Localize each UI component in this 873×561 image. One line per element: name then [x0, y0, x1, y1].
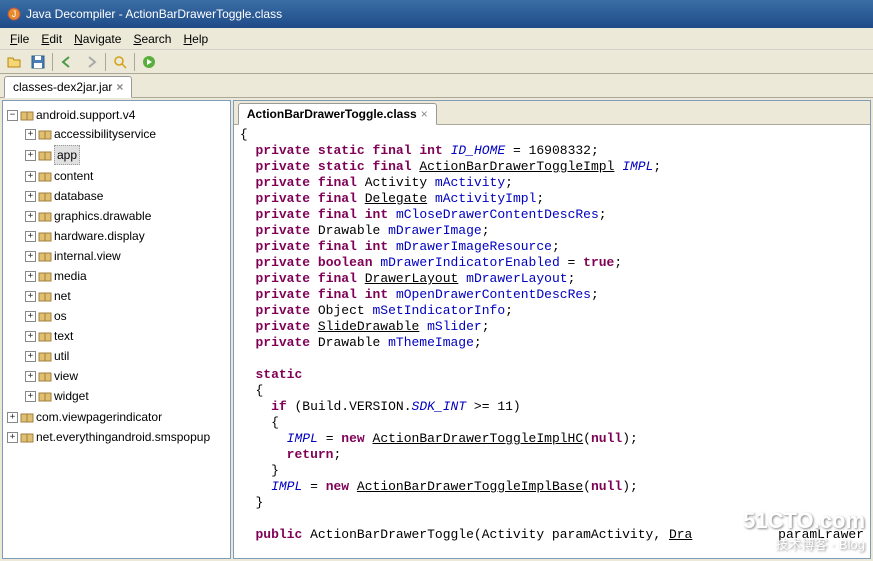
tree-label: android.support.v4 [36, 106, 135, 124]
expand-icon[interactable]: + [25, 171, 36, 182]
tree-label: app [54, 145, 80, 165]
editor: ActionBarDrawerToggle.class × { private … [233, 100, 871, 559]
package-icon [38, 169, 52, 183]
expand-icon[interactable]: + [25, 371, 36, 382]
collapse-icon[interactable]: − [7, 110, 18, 121]
package-icon [38, 189, 52, 203]
menu-file[interactable]: File [4, 30, 35, 48]
expand-icon[interactable]: + [7, 412, 18, 423]
package-icon [20, 430, 34, 444]
expand-icon[interactable]: + [7, 432, 18, 443]
tree-label: internal.view [54, 247, 121, 265]
expand-icon[interactable]: + [25, 331, 36, 342]
package-icon [38, 209, 52, 223]
tree-label: accessibilityservice [54, 125, 156, 143]
menu-edit[interactable]: Edit [35, 30, 68, 48]
package-icon [38, 369, 52, 383]
editor-tabs: ActionBarDrawerToggle.class × [234, 101, 870, 125]
editor-tab-active[interactable]: ActionBarDrawerToggle.class × [238, 103, 437, 125]
expand-icon[interactable]: + [25, 291, 36, 302]
expand-icon[interactable]: + [25, 311, 36, 322]
close-icon[interactable]: × [116, 80, 123, 94]
tree-label: widget [54, 387, 89, 405]
expand-icon[interactable]: + [25, 191, 36, 202]
svg-text:J: J [12, 9, 17, 19]
tree-item[interactable]: + internal.view [7, 247, 226, 265]
package-icon [38, 389, 52, 403]
tree-item[interactable]: + util [7, 347, 226, 365]
expand-icon[interactable]: + [25, 211, 36, 222]
toolbar-separator [52, 53, 53, 71]
save-button[interactable] [28, 52, 48, 72]
package-icon [38, 229, 52, 243]
run-button[interactable] [139, 52, 159, 72]
package-icon [38, 329, 52, 343]
package-icon [20, 108, 34, 122]
tree-label: os [54, 307, 67, 325]
tree-label: hardware.display [54, 227, 145, 245]
toolbar-separator [105, 53, 106, 71]
expand-icon[interactable]: + [25, 129, 36, 140]
menu-navigate[interactable]: Navigate [68, 30, 127, 48]
package-icon [38, 349, 52, 363]
nav-forward-button[interactable] [81, 52, 101, 72]
tree-item[interactable]: + graphics.drawable [7, 207, 226, 225]
tree-item[interactable]: + app [7, 145, 226, 165]
package-icon [38, 289, 52, 303]
expand-icon[interactable]: + [25, 271, 36, 282]
title-bar: J Java Decompiler - ActionBarDrawerToggl… [0, 0, 873, 28]
menu-help[interactable]: Help [177, 30, 214, 48]
tab-label: ActionBarDrawerToggle.class [247, 107, 417, 121]
expand-icon[interactable]: + [25, 391, 36, 402]
tree-item[interactable]: + net [7, 287, 226, 305]
package-icon [20, 410, 34, 424]
tree-label: net [54, 287, 71, 305]
package-icon [38, 309, 52, 323]
nav-back-button[interactable] [57, 52, 77, 72]
package-icon [38, 127, 52, 141]
tree-item[interactable]: + net.everythingandroid.smspopup [7, 428, 226, 446]
tree-item[interactable]: + view [7, 367, 226, 385]
tab-label: classes-dex2jar.jar [13, 80, 112, 94]
expand-icon[interactable]: + [25, 251, 36, 262]
tree-item[interactable]: + text [7, 327, 226, 345]
toolbar-separator [134, 53, 135, 71]
tree-label: text [54, 327, 73, 345]
tree-item[interactable]: + database [7, 187, 226, 205]
source-code[interactable]: { private static final int ID_HOME = 169… [234, 125, 870, 558]
app-icon: J [6, 6, 22, 22]
tree-item[interactable]: + media [7, 267, 226, 285]
tree-root[interactable]: − android.support.v4 [7, 106, 226, 124]
menu-search[interactable]: Search [127, 30, 177, 48]
package-icon [38, 148, 52, 162]
menu-bar: File Edit Navigate Search Help [0, 28, 873, 50]
package-icon [38, 249, 52, 263]
toolbar [0, 50, 873, 74]
tree-item[interactable]: + com.viewpagerindicator [7, 408, 226, 426]
tree-item[interactable]: + content [7, 167, 226, 185]
expand-icon[interactable]: + [25, 150, 36, 161]
open-file-button[interactable] [4, 52, 24, 72]
package-icon [38, 269, 52, 283]
expand-icon[interactable]: + [25, 231, 36, 242]
title-text: Java Decompiler - ActionBarDrawerToggle.… [26, 7, 282, 21]
tree-label: util [54, 347, 69, 365]
search-icon[interactable] [110, 52, 130, 72]
project-tabs: classes-dex2jar.jar × [0, 74, 873, 98]
tree-label: view [54, 367, 78, 385]
tree-item[interactable]: + hardware.display [7, 227, 226, 245]
package-tree[interactable]: − android.support.v4 + accessibilityservi… [2, 100, 231, 559]
tree-label: media [54, 267, 87, 285]
tree-item[interactable]: + widget [7, 387, 226, 405]
tree-label: database [54, 187, 103, 205]
tree-label: content [54, 167, 93, 185]
tree-label: com.viewpagerindicator [36, 408, 162, 426]
tree-item[interactable]: + accessibilityservice [7, 125, 226, 143]
close-icon[interactable]: × [421, 107, 428, 121]
tree-label: graphics.drawable [54, 207, 151, 225]
expand-icon[interactable]: + [25, 351, 36, 362]
project-tab-active[interactable]: classes-dex2jar.jar × [4, 76, 132, 98]
tree-label: net.everythingandroid.smspopup [36, 428, 210, 446]
tree-item[interactable]: + os [7, 307, 226, 325]
